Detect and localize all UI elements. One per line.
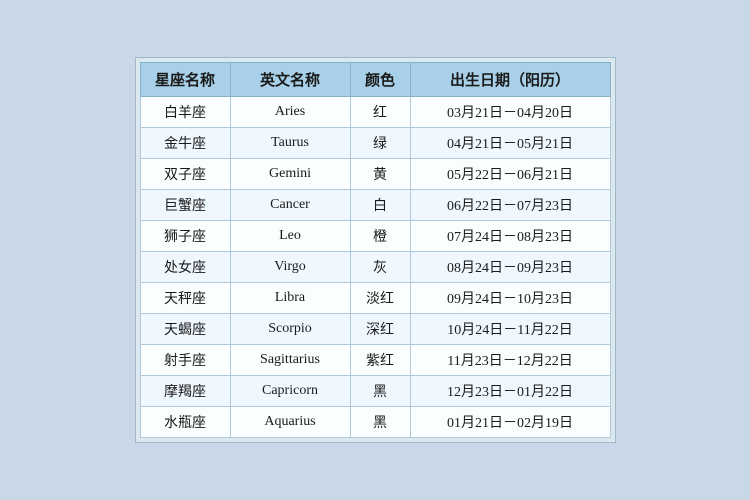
cell-english: Aquarius [230,407,350,438]
table-row: 摩羯座Capricorn黑12月23日－01月22日 [140,376,610,407]
cell-color: 深红 [350,314,410,345]
cell-english: Leo [230,221,350,252]
cell-english: Libra [230,283,350,314]
zodiac-table: 星座名称 英文名称 颜色 出生日期（阳历） 白羊座Aries红03月21日－04… [140,62,611,438]
cell-color: 黑 [350,376,410,407]
cell-english: Capricorn [230,376,350,407]
cell-color: 黑 [350,407,410,438]
cell-english: Taurus [230,128,350,159]
table-header-row: 星座名称 英文名称 颜色 出生日期（阳历） [140,63,610,97]
table-row: 双子座Gemini黄05月22日－06月21日 [140,159,610,190]
cell-color: 灰 [350,252,410,283]
table-row: 射手座Sagittarius紫红11月23日－12月22日 [140,345,610,376]
cell-english: Aries [230,97,350,128]
cell-chinese: 巨蟹座 [140,190,230,221]
header-chinese: 星座名称 [140,63,230,97]
cell-chinese: 天蝎座 [140,314,230,345]
header-date: 出生日期（阳历） [410,63,610,97]
cell-date: 09月24日－10月23日 [410,283,610,314]
cell-chinese: 水瓶座 [140,407,230,438]
cell-chinese: 摩羯座 [140,376,230,407]
cell-chinese: 金牛座 [140,128,230,159]
cell-date: 07月24日－08月23日 [410,221,610,252]
cell-date: 05月22日－06月21日 [410,159,610,190]
cell-chinese: 双子座 [140,159,230,190]
cell-chinese: 狮子座 [140,221,230,252]
table-row: 水瓶座Aquarius黑01月21日－02月19日 [140,407,610,438]
cell-color: 红 [350,97,410,128]
cell-english: Virgo [230,252,350,283]
table-row: 天蝎座Scorpio深红10月24日－11月22日 [140,314,610,345]
cell-color: 黄 [350,159,410,190]
table-row: 天秤座Libra淡红09月24日－10月23日 [140,283,610,314]
cell-date: 04月21日－05月21日 [410,128,610,159]
header-english: 英文名称 [230,63,350,97]
cell-date: 11月23日－12月22日 [410,345,610,376]
cell-date: 06月22日－07月23日 [410,190,610,221]
cell-english: Sagittarius [230,345,350,376]
cell-chinese: 处女座 [140,252,230,283]
cell-english: Cancer [230,190,350,221]
table-container: 星座名称 英文名称 颜色 出生日期（阳历） 白羊座Aries红03月21日－04… [135,57,616,443]
table-row: 金牛座Taurus绿04月21日－05月21日 [140,128,610,159]
cell-date: 03月21日－04月20日 [410,97,610,128]
cell-color: 紫红 [350,345,410,376]
cell-date: 01月21日－02月19日 [410,407,610,438]
cell-date: 12月23日－01月22日 [410,376,610,407]
cell-color: 绿 [350,128,410,159]
table-row: 白羊座Aries红03月21日－04月20日 [140,97,610,128]
cell-english: Gemini [230,159,350,190]
cell-english: Scorpio [230,314,350,345]
cell-color: 淡红 [350,283,410,314]
cell-color: 白 [350,190,410,221]
header-color: 颜色 [350,63,410,97]
cell-date: 10月24日－11月22日 [410,314,610,345]
cell-date: 08月24日－09月23日 [410,252,610,283]
cell-color: 橙 [350,221,410,252]
table-row: 狮子座Leo橙07月24日－08月23日 [140,221,610,252]
table-row: 巨蟹座Cancer白06月22日－07月23日 [140,190,610,221]
table-row: 处女座Virgo灰08月24日－09月23日 [140,252,610,283]
cell-chinese: 天秤座 [140,283,230,314]
cell-chinese: 白羊座 [140,97,230,128]
cell-chinese: 射手座 [140,345,230,376]
